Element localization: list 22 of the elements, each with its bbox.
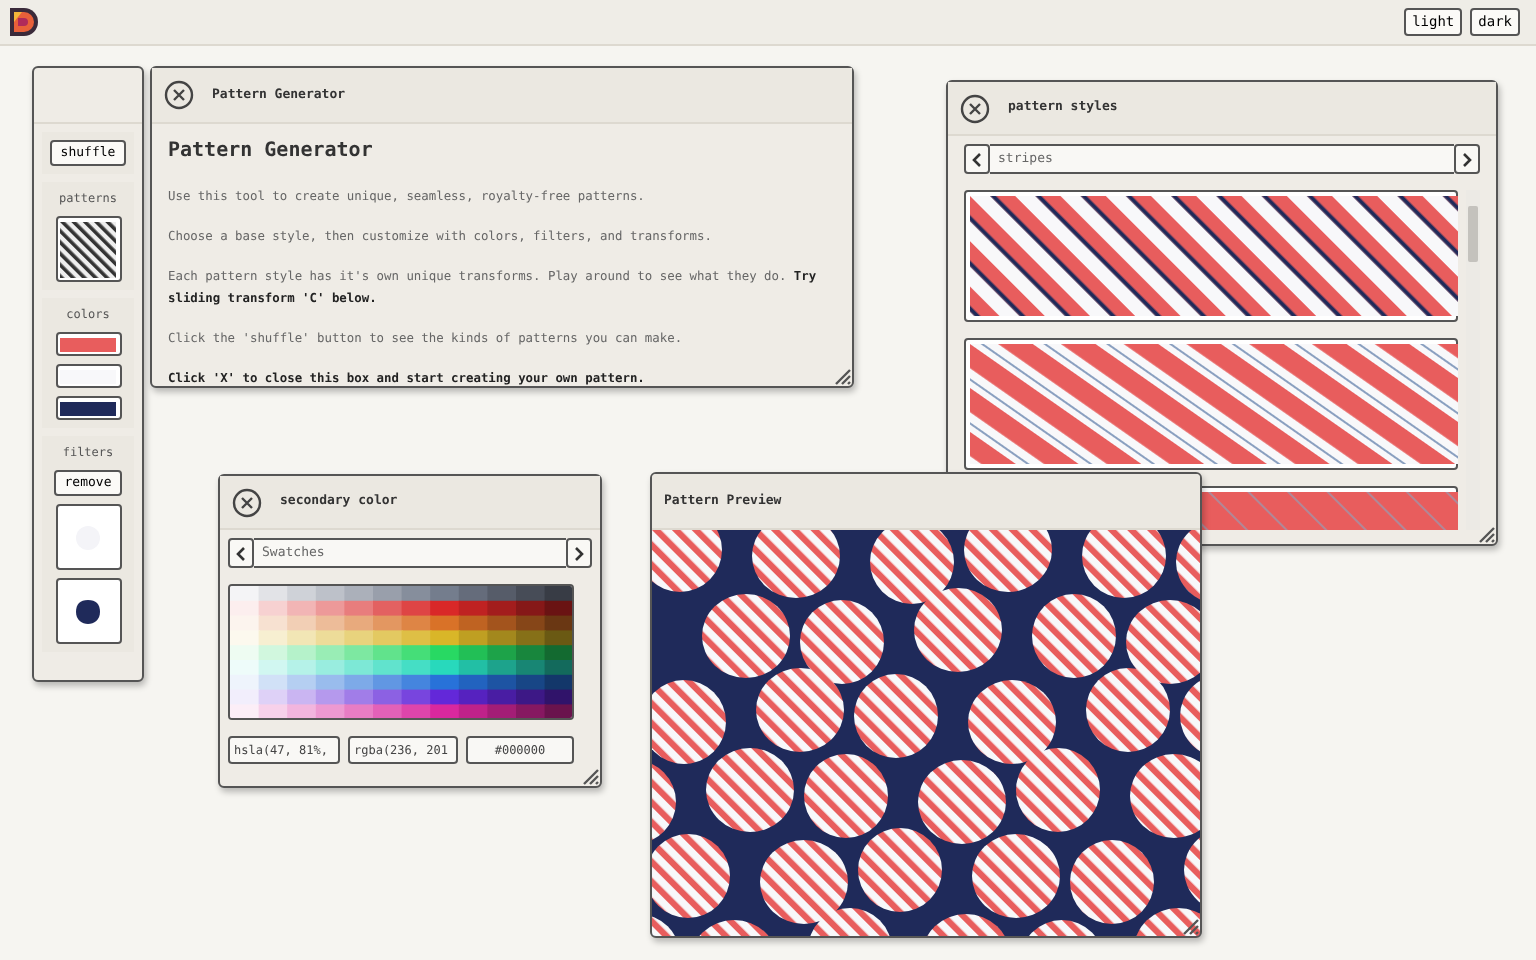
chevron-left-icon bbox=[236, 545, 246, 561]
filter-thumbnail[interactable] bbox=[55, 578, 121, 644]
color-swatch-button[interactable] bbox=[55, 332, 121, 356]
chevron-right-icon bbox=[1462, 151, 1472, 167]
close-icon[interactable] bbox=[164, 80, 194, 110]
next-button[interactable] bbox=[566, 538, 592, 568]
stripe-pattern-tile[interactable] bbox=[964, 338, 1459, 470]
logo-icon bbox=[8, 6, 40, 38]
heading: Pattern Generator bbox=[168, 138, 375, 166]
color-swatch-button[interactable] bbox=[55, 396, 121, 420]
color-swatch-button[interactable] bbox=[55, 364, 121, 388]
close-icon[interactable] bbox=[960, 93, 990, 123]
previous-button[interactable] bbox=[228, 538, 254, 568]
next-button[interactable] bbox=[1454, 144, 1480, 174]
filter-thumbnail[interactable] bbox=[55, 504, 121, 570]
color-swatch-grid[interactable] bbox=[228, 584, 574, 720]
chevron-right-icon bbox=[574, 545, 584, 561]
chevron-left-icon bbox=[972, 151, 982, 167]
previous-button[interactable] bbox=[964, 144, 990, 174]
close-icon[interactable] bbox=[232, 487, 262, 517]
pattern-thumbnail[interactable] bbox=[55, 216, 121, 282]
stripe-pattern-tile[interactable] bbox=[964, 190, 1459, 322]
